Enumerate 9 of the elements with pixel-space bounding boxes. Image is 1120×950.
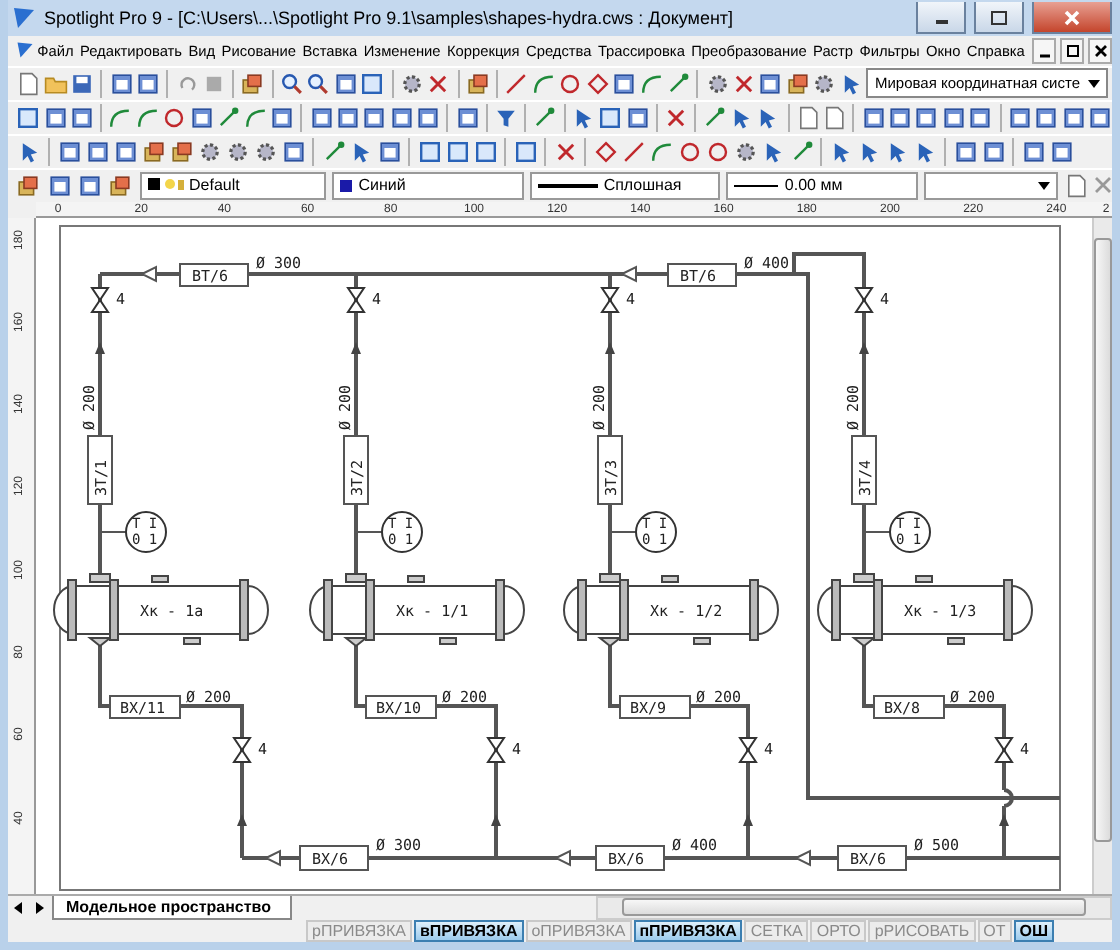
window-title: Spotlight Pro 9 - [C:\Users\...\Spotlight Pro 9.1\samples\shapes-hydra.cws : Документ] [44,8,736,28]
lineweight-field[interactable]: 0.00 мм [726,171,919,200]
snap-toggle[interactable]: ОШ [1013,919,1054,942]
linetype-field[interactable]: Сплошная [529,171,721,200]
snap-toggle[interactable]: вПРИВЯЗКА [413,919,524,942]
snap-toggle[interactable]: пПРИВЯЗКА [633,919,743,942]
layer-field[interactable]: Default [139,171,327,200]
model-space-tab[interactable]: Модельное пространство [52,895,293,920]
color-field[interactable]: Синий [332,171,524,200]
